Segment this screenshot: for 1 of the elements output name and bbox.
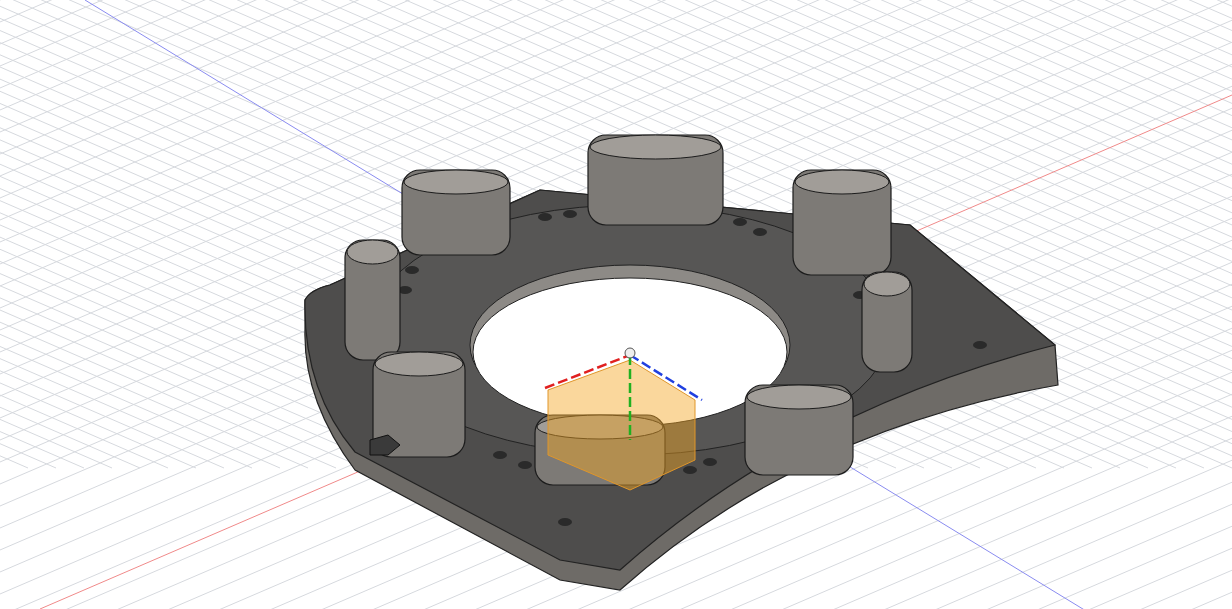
plate-model-drawing[interactable] xyxy=(304,134,1059,591)
